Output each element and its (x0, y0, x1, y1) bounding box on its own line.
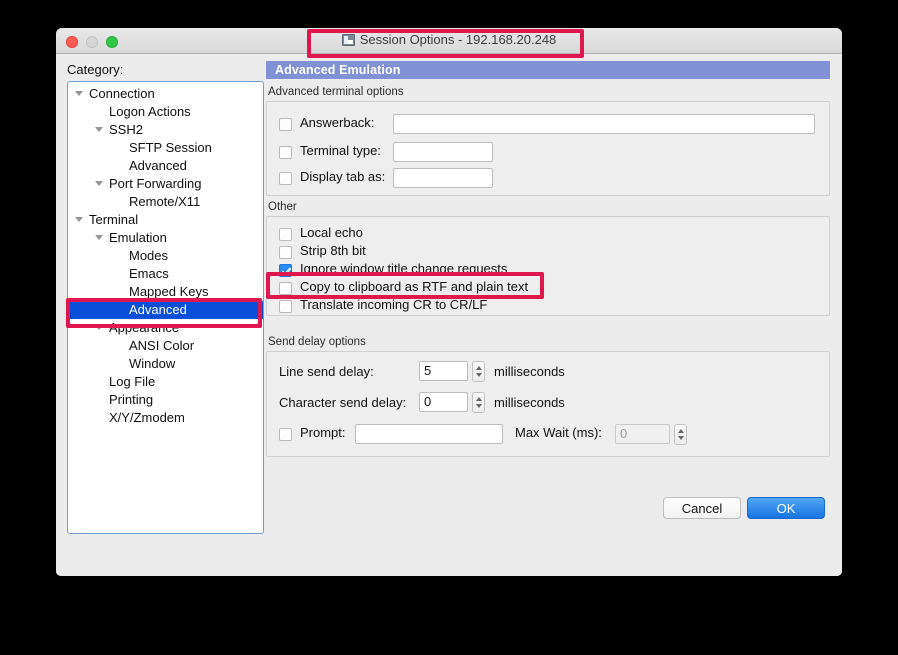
checkbox-label: Ignore window title change requests (300, 261, 508, 276)
character-send-delay-label: Character send delay: (279, 395, 407, 410)
tree-item-label: Emacs (129, 266, 169, 281)
group-advanced-terminal-options: Advanced terminal options Answerback: Te… (266, 86, 830, 196)
window-title-text: Session Options - 192.168.20.248 (359, 32, 557, 47)
prompt-checkbox[interactable] (279, 428, 292, 441)
window-title: Session Options - 192.168.20.248 (56, 32, 842, 47)
tree-item-terminal[interactable]: Terminal (68, 211, 263, 229)
terminal-type-label: Terminal type: (300, 143, 381, 158)
tree-item-label: Advanced (129, 158, 187, 173)
line-send-delay-input[interactable]: 5 (419, 361, 468, 381)
tree-item-emacs[interactable]: Emacs (68, 265, 263, 283)
disclosure-triangle-icon[interactable] (95, 127, 103, 132)
group-other: Other Local echo Strip 8th bit Ignore wind… (266, 201, 830, 316)
category-label: Category: (67, 62, 124, 77)
screen: Session Options - 192.168.20.248 Categor… (0, 0, 898, 655)
tree-item-ssh2[interactable]: SSH2 (68, 121, 263, 139)
tree-item-label: Connection (89, 86, 155, 101)
ok-button[interactable]: OK (747, 497, 825, 519)
line-send-delay-label: Line send delay: (279, 364, 374, 379)
tree-item-label: Advanced (129, 302, 187, 317)
checkbox-label: Translate incoming CR to CR/LF (300, 297, 488, 312)
tree-item-label: Log File (109, 374, 156, 389)
panel-title: Advanced Emulation (266, 61, 830, 79)
cancel-button[interactable]: Cancel (663, 497, 741, 519)
tree-item-label: X/Y/Zmodem (109, 410, 185, 425)
prompt-input[interactable] (355, 424, 503, 444)
disclosure-triangle-icon[interactable] (95, 235, 103, 240)
tree-item-label: Modes (129, 248, 169, 263)
answerback-checkbox[interactable] (279, 118, 292, 131)
line-send-delay-unit: milliseconds (494, 364, 565, 379)
group-title: Other (268, 201, 297, 213)
tree-item-label: ANSI Color (129, 338, 195, 353)
tree-item-label: SFTP Session (129, 140, 212, 155)
character-send-delay-input[interactable]: 0 (419, 392, 468, 412)
checkbox-ignore-window-title-change-requests[interactable] (279, 264, 292, 277)
tree-item-log-file[interactable]: Log File (68, 373, 263, 391)
max-wait-stepper[interactable] (674, 424, 687, 445)
max-wait-label: Max Wait (ms): (515, 425, 602, 440)
tree-item-connection[interactable]: Connection (68, 85, 263, 103)
group-send-delay-options: Send delay options Line send delay: 5 mi… (266, 336, 830, 457)
tree-item-advanced[interactable]: Advanced (68, 301, 263, 319)
group-box: Line send delay: 5 milliseconds Characte… (266, 351, 830, 457)
disclosure-triangle-icon[interactable] (75, 91, 83, 96)
tree-item-label: Terminal (89, 212, 139, 227)
checkbox-label: Local echo (300, 225, 363, 240)
answerback-label: Answerback: (300, 115, 375, 130)
terminal-type-input[interactable] (393, 142, 493, 162)
checkbox-local-echo[interactable] (279, 228, 292, 241)
checkbox-label: Copy to clipboard as RTF and plain text (300, 279, 529, 294)
tree-item-remote-x11[interactable]: Remote/X11 (68, 193, 263, 211)
checkbox-copy-to-clipboard-as-rtf-and-plain-text[interactable] (279, 282, 292, 295)
character-send-delay-stepper[interactable] (472, 392, 485, 413)
tree-item-printing[interactable]: Printing (68, 391, 263, 409)
tree-item-sftp-session[interactable]: SFTP Session (68, 139, 263, 157)
tree-item-logon-actions[interactable]: Logon Actions (68, 103, 263, 121)
category-tree[interactable]: Connection Logon Actions SSH2 SFTP Session A… (67, 81, 264, 534)
tree-item-label: Logon Actions (109, 104, 191, 119)
terminal-type-checkbox[interactable] (279, 146, 292, 159)
line-send-delay-stepper[interactable] (472, 361, 485, 382)
tree-item-label: Remote/X11 (129, 194, 201, 209)
checkbox-label: Strip 8th bit (300, 243, 366, 258)
group-box: Answerback: Terminal type: Display tab a… (266, 101, 830, 196)
session-options-window: Session Options - 192.168.20.248 Categor… (56, 28, 842, 576)
checkbox-strip-8th-bit[interactable] (279, 246, 292, 259)
tree-item-appearance[interactable]: Appearance (68, 319, 263, 337)
tree-item-label: Window (129, 356, 176, 371)
group-title: Advanced terminal options (268, 86, 404, 98)
tree-item-emulation[interactable]: Emulation (68, 229, 263, 247)
display-tab-as-checkbox[interactable] (279, 172, 292, 185)
tree-item-mapped-keys[interactable]: Mapped Keys (68, 283, 263, 301)
max-wait-input[interactable]: 0 (615, 424, 670, 444)
tree-item-ansi-color[interactable]: ANSI Color (68, 337, 263, 355)
tree-item-window[interactable]: Window (68, 355, 263, 373)
tree-item-advanced[interactable]: Advanced (68, 157, 263, 175)
settings-panel: Advanced Emulation Advanced terminal opt… (266, 61, 830, 576)
window-body: Category: Connection Logon Actions SSH2 SFT… (56, 54, 842, 576)
display-tab-as-label: Display tab as: (300, 169, 386, 184)
prompt-label: Prompt: (300, 425, 346, 440)
group-box: Local echo Strip 8th bit Ignore window tit… (266, 216, 830, 316)
disclosure-triangle-icon[interactable] (95, 181, 103, 186)
character-send-delay-unit: milliseconds (494, 395, 565, 410)
tree-item-x-y-zmodem[interactable]: X/Y/Zmodem (68, 409, 263, 427)
display-tab-as-input[interactable] (393, 168, 493, 188)
tree-item-modes[interactable]: Modes (68, 247, 263, 265)
group-title: Send delay options (268, 336, 366, 348)
session-options-icon (341, 34, 355, 46)
window-titlebar: Session Options - 192.168.20.248 (56, 28, 842, 54)
disclosure-triangle-icon[interactable] (75, 217, 83, 222)
checkbox-translate-incoming-cr-to-cr-lf[interactable] (279, 300, 292, 313)
tree-item-label: Mapped Keys (129, 284, 209, 299)
answerback-input[interactable] (393, 114, 815, 134)
tree-item-label: Printing (109, 392, 154, 407)
tree-item-port-forwarding[interactable]: Port Forwarding (68, 175, 263, 193)
disclosure-triangle-icon[interactable] (95, 325, 103, 330)
